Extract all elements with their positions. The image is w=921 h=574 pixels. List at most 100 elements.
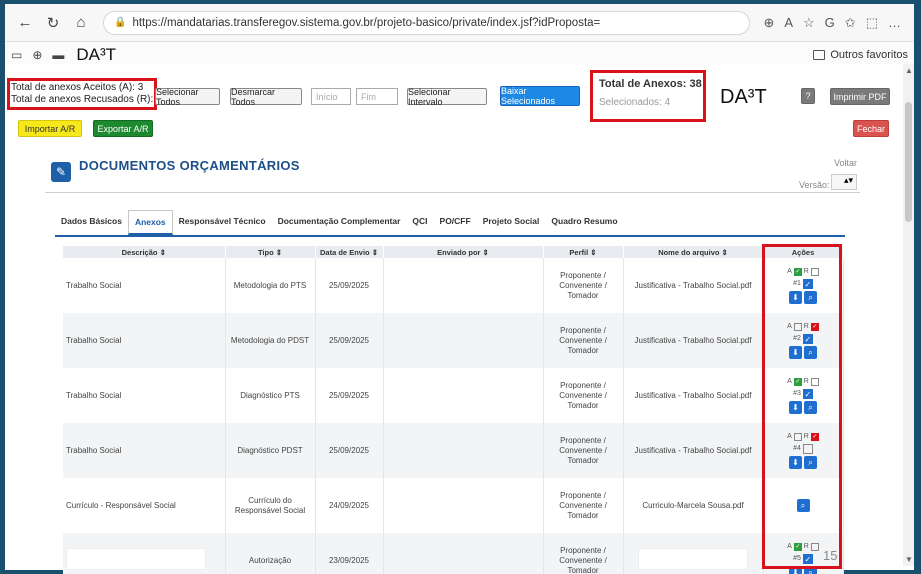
cell-perfil: Proponente / Convenente / Tomador <box>543 368 624 423</box>
col-tipo[interactable]: Tipo ⇕ <box>225 246 316 258</box>
total-anexos: Total de Anexos: 38 <box>599 78 702 90</box>
folder-icon <box>813 49 826 60</box>
page-number: 15 <box>823 548 838 563</box>
table-row: Autorização 23/09/2025 Proponente / Conv… <box>63 533 844 574</box>
redacted-field <box>638 548 748 570</box>
cell-descricao: Currículo - Responsável Social <box>63 478 226 533</box>
favorite-star-icon[interactable]: ☆ <box>803 15 815 31</box>
recusados-count: Total de anexos Recusados (R): 2 <box>11 94 162 105</box>
col-data[interactable]: Data de Envio ⇕ <box>315 246 384 258</box>
tab-anexos[interactable]: Anexos <box>127 210 173 235</box>
cell-perfil: Proponente / Convenente / Tomador <box>543 258 624 313</box>
cell-perfil: Proponente / Convenente / Tomador <box>543 313 624 368</box>
read-aloud-icon[interactable]: A <box>784 15 793 30</box>
favorites-icon[interactable]: ✩ <box>845 15 856 31</box>
start-input[interactable]: Início <box>311 88 351 105</box>
reload-icon[interactable]: ↻ <box>41 11 65 35</box>
page-scrollbar[interactable]: ▲ ▼ <box>903 64 914 566</box>
export-button[interactable]: Exportar A/R <box>93 120 153 137</box>
versao-label: Versão: <box>799 180 830 190</box>
end-input[interactable]: Fim <box>356 88 398 105</box>
more-icon[interactable]: … <box>888 15 901 30</box>
zoom-icon[interactable]: ⊕ <box>763 15 774 31</box>
cell-tipo: Diagnóstico PDST <box>225 423 316 478</box>
cell-descricao: Trabalho Social <box>63 313 226 368</box>
import-button[interactable]: Importar A/R <box>18 120 82 137</box>
cell-data: 25/09/2025 <box>315 423 384 478</box>
other-favorites-label: Outros favoritos <box>830 48 908 61</box>
select-range-button[interactable]: Selecionar Intervalo <box>407 87 487 107</box>
scroll-down-icon[interactable]: ▼ <box>905 555 913 564</box>
cell-data: 24/09/2025 <box>315 478 384 533</box>
cell-descricao: Trabalho Social <box>63 368 226 423</box>
section-divider <box>45 192 860 193</box>
select-all-button[interactable]: Selecionar Todos <box>155 87 220 107</box>
browser-toolbar: ← ↻ ⌂ 🔒 https://mandatarias.transferegov… <box>5 4 914 42</box>
favorite-site-link[interactable]: DA³T <box>76 45 116 65</box>
page-content: Total de anexos Aceitos (A): 3 Total de … <box>5 64 903 574</box>
table-row: Currículo - Responsável Social Currículo… <box>63 478 844 533</box>
cell-data: 25/09/2025 <box>315 313 384 368</box>
tab-po-cff[interactable]: PO/CFF <box>434 210 477 235</box>
versao-select[interactable]: ▴▾ <box>831 174 857 190</box>
print-pdf-button[interactable]: Imprimir PDF <box>830 88 890 105</box>
col-enviado[interactable]: Enviado por ⇕ <box>383 246 544 258</box>
tab-underline <box>55 235 845 237</box>
voltar-link[interactable]: Voltar <box>834 158 857 168</box>
aceitos-count: Total de anexos Aceitos (A): 3 <box>11 82 144 93</box>
table-row: Trabalho Social Diagnóstico PTS 25/09/20… <box>63 368 844 423</box>
back-icon[interactable]: ← <box>13 11 37 35</box>
tab-bar: Dados Básicos Anexos Responsável Técnico… <box>55 210 624 235</box>
cell-arquivo <box>623 533 764 574</box>
tab-documentacao-complementar[interactable]: Documentação Complementar <box>272 210 407 235</box>
anexos-table: Descrição ⇕ Tipo ⇕ Data de Envio ⇕ Envia… <box>63 246 844 574</box>
scroll-up-icon[interactable]: ▲ <box>905 66 913 75</box>
extension-icon[interactable]: ⬚ <box>866 15 878 31</box>
cell-perfil: Proponente / Convenente / Tomador <box>543 533 624 574</box>
home-icon[interactable]: ⌂ <box>69 11 93 35</box>
cell-enviado <box>383 313 544 368</box>
cell-data: 25/09/2025 <box>315 368 384 423</box>
flag-icon: ▬ <box>52 47 65 62</box>
globe-icon: ⊕ <box>32 47 43 62</box>
tab-projeto-social[interactable]: Projeto Social <box>477 210 546 235</box>
cell-enviado <box>383 478 544 533</box>
download-selected-button[interactable]: Baixar Selecionados <box>500 86 580 106</box>
browser-actions: ⊕ A ☆ G ✩ ⬚ … <box>758 15 906 31</box>
url-text: https://mandatarias.transferegov.sistema… <box>132 16 601 29</box>
tab-icon[interactable]: ▭ <box>11 48 22 62</box>
cell-arquivo: Justificativa - Trabalho Social.pdf <box>623 368 764 423</box>
actions-column-highlight <box>762 244 842 569</box>
tab-dados-basicos[interactable]: Dados Básicos <box>55 210 128 235</box>
cell-tipo: Autorização <box>225 533 316 574</box>
address-bar[interactable]: 🔒 https://mandatarias.transferegov.siste… <box>103 10 751 35</box>
brand-label: DA³T <box>720 86 767 108</box>
cell-tipo: Diagnóstico PTS <box>225 368 316 423</box>
lock-icon: 🔒 <box>114 17 127 28</box>
cell-arquivo: Justificativa - Trabalho Social.pdf <box>623 423 764 478</box>
cell-arquivo: Justificativa - Trabalho Social.pdf <box>623 258 764 313</box>
table-row: Trabalho Social Diagnóstico PDST 25/09/2… <box>63 423 844 478</box>
table-row: Trabalho Social Metodologia do PDST 25/0… <box>63 313 844 368</box>
cell-descricao: Trabalho Social <box>63 258 226 313</box>
refresh-profile-icon[interactable]: G <box>825 15 835 30</box>
help-button[interactable]: ? <box>801 88 815 104</box>
cell-enviado <box>383 533 544 574</box>
cell-arquivo: Justificativa - Trabalho Social.pdf <box>623 313 764 368</box>
cell-arquivo: Curriculo-Marcela Sousa.pdf <box>623 478 764 533</box>
scroll-thumb[interactable] <box>905 102 912 222</box>
cell-data: 25/09/2025 <box>315 258 384 313</box>
col-descricao[interactable]: Descrição ⇕ <box>63 246 226 258</box>
tab-responsavel-tecnico[interactable]: Responsável Técnico <box>173 210 272 235</box>
deselect-all-button[interactable]: Desmarcar Todos <box>230 87 302 107</box>
section-title: DOCUMENTOS ORÇAMENTÁRIOS <box>79 158 300 173</box>
cell-enviado <box>383 368 544 423</box>
tab-quadro-resumo[interactable]: Quadro Resumo <box>545 210 623 235</box>
col-arquivo[interactable]: Nome do arquivo ⇕ <box>623 246 764 258</box>
cell-descricao: Trabalho Social <box>63 423 226 478</box>
close-button[interactable]: Fechar <box>853 120 889 137</box>
other-favorites[interactable]: Outros favoritos <box>813 49 908 61</box>
cell-perfil: Proponente / Convenente / Tomador <box>543 478 624 533</box>
tab-qci[interactable]: QCI <box>406 210 433 235</box>
col-perfil[interactable]: Perfil ⇕ <box>543 246 624 258</box>
